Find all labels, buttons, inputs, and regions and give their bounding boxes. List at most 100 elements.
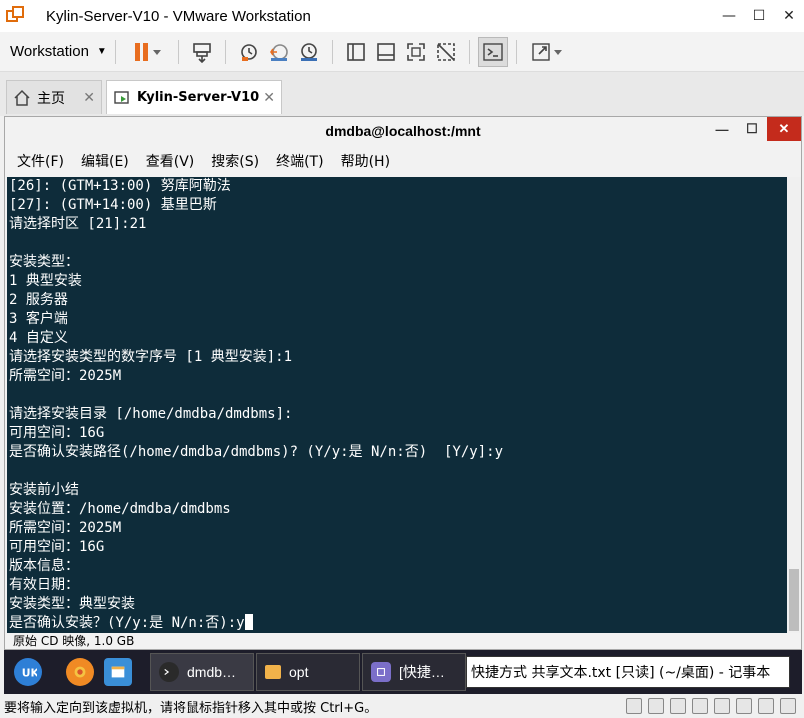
toolbar-divider	[331, 39, 333, 64]
terminal-line: 3 客户端	[9, 311, 68, 327]
terminal-line: 版本信息：	[9, 558, 79, 574]
file-manager-launcher[interactable]	[104, 653, 132, 691]
send-ctrl-alt-del-button[interactable]	[187, 37, 217, 67]
terminal-titlebar: dmdba@localhost:/mnt — ☐ ✕	[5, 117, 801, 145]
network-adapter-icon[interactable]	[670, 698, 686, 714]
bottom-panel-layout-icon	[377, 42, 395, 61]
device-status-icons	[626, 698, 796, 714]
revert-snapshot-button[interactable]	[264, 37, 294, 67]
terminal-line: [26]: (GTM+13:00) 努库阿勒法	[9, 178, 231, 194]
taskbar-tooltip-text: 快捷方式 共享文本.txt [只读] (~/桌面) - 记事本	[471, 665, 771, 681]
firefox-launcher[interactable]	[66, 653, 94, 691]
full-screen-button[interactable]	[401, 37, 431, 67]
terminal-maximize-button[interactable]: ☐	[737, 117, 767, 141]
guest-taskbar: UK dmdb… opt [快捷… 快捷方式 共享文本.txt [只读] (~/…	[4, 650, 802, 694]
menu-terminal[interactable]: 终端(T)	[276, 151, 323, 171]
tab-home[interactable]: 主页 ✕	[6, 80, 102, 114]
printer-icon[interactable]	[736, 698, 752, 714]
menu-view[interactable]: 查看(V)	[146, 151, 195, 171]
stretch-icon	[532, 42, 562, 61]
terminal-line: 安装类型：	[9, 254, 79, 270]
terminal-line: 有效日期：	[9, 577, 79, 593]
menu-edit[interactable]: 编辑(E)	[81, 151, 129, 171]
terminal-title: dmdba@localhost:/mnt	[325, 123, 481, 139]
cd-drive-icon[interactable]	[648, 698, 664, 714]
menu-search[interactable]: 搜索(S)	[211, 151, 259, 171]
tab-kylin-vm-close-icon[interactable]: ✕	[263, 90, 275, 106]
usb-controller-icon[interactable]	[692, 698, 708, 714]
terminal-line: 所需空间：2025M	[9, 368, 122, 384]
tab-home-close-icon[interactable]: ✕	[83, 90, 95, 106]
terminal-menubar: 文件(F) 编辑(E) 查看(V) 搜索(S) 终端(T) 帮助(H)	[5, 145, 801, 177]
window-controls: — ☐ ✕	[714, 0, 804, 32]
vmware-status-bar: 要将输入定向到该虚拟机，请将鼠标指针移入其中或按 Ctrl+G。	[0, 694, 804, 718]
chevron-down-icon: ▼	[96, 46, 107, 57]
terminal-line: 可用空间：16G	[9, 425, 105, 441]
taskbar-terminal-window[interactable]: dmdb…	[150, 653, 254, 691]
display-icon[interactable]	[758, 698, 774, 714]
toolbar-divider	[177, 39, 179, 64]
taskbar-terminal-label: dmdb…	[187, 664, 237, 680]
svg-text:UK: UK	[22, 667, 37, 680]
terminal-line: 安装类型：典型安装	[9, 596, 135, 612]
show-thumbnail-bar-button[interactable]	[371, 37, 401, 67]
workstation-menu-label: Workstation	[10, 43, 89, 60]
full-screen-icon	[407, 42, 425, 61]
terminal-line: 所需空间：2025M	[9, 520, 122, 536]
main-toolbar: Workstation ▼	[0, 32, 804, 72]
terminal-line: 安装位置：/home/dmdba/dmdbms	[9, 501, 231, 517]
file-manager-icon	[104, 658, 132, 686]
cd-status: 原始 CD 映像, 1.0 GB	[5, 633, 801, 649]
console-view-button[interactable]	[477, 36, 508, 67]
terminal-line: 4 自定义	[9, 330, 68, 346]
snapshot-manager-button[interactable]	[294, 37, 324, 67]
notepad-icon	[371, 662, 391, 682]
snapshot-clock-icon	[241, 43, 257, 61]
terminal-line: 安装前小结	[9, 482, 79, 498]
terminal-scrollbar[interactable]	[787, 177, 801, 635]
close-button[interactable]: ✕	[774, 0, 804, 32]
terminal-output[interactable]: [26]: (GTM+13:00) 努库阿勒法 [27]: (GTM+14:00…	[7, 177, 787, 635]
message-log-icon[interactable]	[780, 698, 796, 714]
toolbar-divider	[515, 39, 517, 64]
workstation-menu[interactable]: Workstation ▼	[10, 43, 107, 60]
tab-kylin-vm[interactable]: Kylin-Server-V10 ✕	[106, 80, 282, 114]
menu-help[interactable]: 帮助(H)	[341, 151, 390, 171]
maximize-button[interactable]: ☐	[744, 0, 774, 32]
taskbar-tooltip: 快捷方式 共享文本.txt [只读] (~/桌面) - 记事本	[466, 656, 790, 688]
sound-card-icon[interactable]	[714, 698, 730, 714]
snapshot-button[interactable]	[234, 37, 264, 67]
terminal-close-button[interactable]: ✕	[767, 117, 801, 141]
taskbar-opt-window[interactable]: opt	[256, 653, 360, 691]
terminal-scrollbar-thumb[interactable]	[789, 569, 799, 631]
menu-file[interactable]: 文件(F)	[17, 151, 64, 171]
terminal-minimize-button[interactable]: —	[707, 117, 737, 141]
text-cursor	[244, 614, 253, 630]
terminal-line: 2 服务器	[9, 292, 68, 308]
tab-bar: 主页 ✕ Kylin-Server-V10 ✕	[0, 72, 804, 116]
toolbar-divider	[114, 39, 116, 64]
vm-display[interactable]: dmdba@localhost:/mnt — ☐ ✕ 文件(F) 编辑(E) 查…	[4, 116, 802, 650]
pause-icon	[134, 42, 161, 61]
pause-button[interactable]	[124, 37, 170, 67]
taskbar-notepad-window[interactable]: [快捷…	[362, 653, 466, 691]
terminal-prompt-text: 是否确认安装？(Y/y:是 N/n:否):y	[9, 615, 245, 631]
unity-icon	[437, 42, 455, 61]
sidebar-layout-icon	[347, 42, 365, 61]
hard-disk-icon[interactable]	[626, 698, 642, 714]
start-menu-button[interactable]: UK	[14, 653, 42, 691]
vmware-logo-icon	[6, 6, 28, 26]
terminal-line: 可用空间：16G	[9, 539, 105, 555]
terminal-icon	[159, 662, 179, 682]
minimize-button[interactable]: —	[714, 0, 744, 32]
terminal-window-controls: — ☐ ✕	[707, 117, 801, 141]
terminal-line: 请选择时区 [21]:21	[9, 216, 147, 232]
snapshot-manager-icon	[300, 42, 317, 61]
status-message: 要将输入定向到该虚拟机，请将鼠标指针移入其中或按 Ctrl+G。	[4, 700, 378, 716]
stretch-guest-button[interactable]	[525, 37, 569, 67]
show-library-button[interactable]	[341, 37, 371, 67]
unity-button[interactable]	[431, 37, 461, 67]
